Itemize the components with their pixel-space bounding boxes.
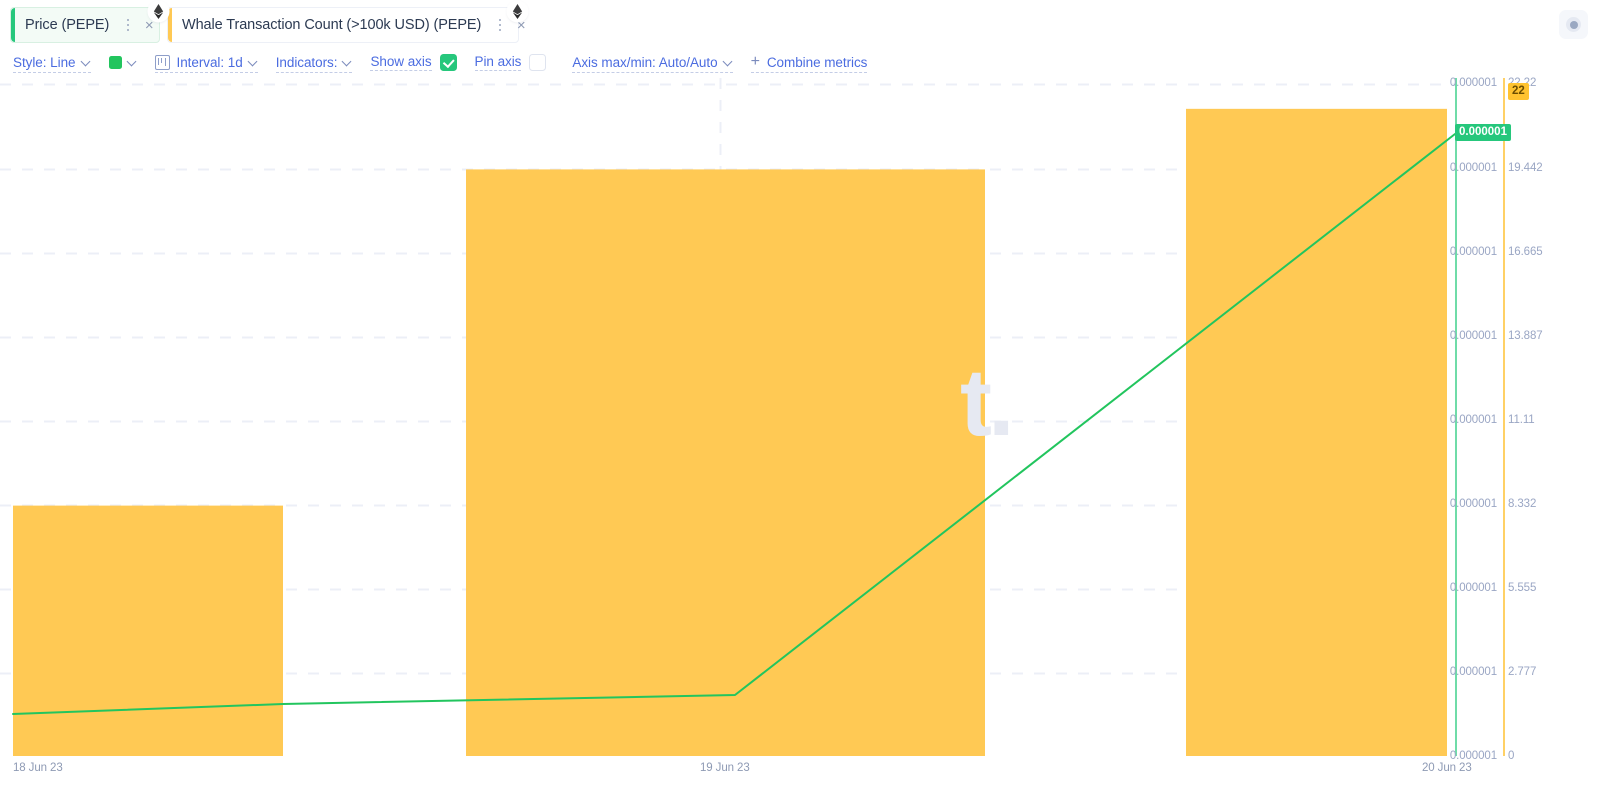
combine-metrics-label: Combine metrics xyxy=(766,54,868,70)
chart-canvas[interactable] xyxy=(0,78,1600,756)
pin-axis-toggle[interactable]: Pin axis xyxy=(474,53,547,73)
circle-dot-icon xyxy=(1566,17,1581,32)
chart-settings-toolbar: Style: Line Interval: 1d Indicators: Sho… xyxy=(0,49,1600,77)
y-axis-tick-whale: 13.887 xyxy=(1508,330,1543,342)
whale-current-value-badge: 22 xyxy=(1508,83,1529,101)
y-axis-tick-whale: 5.555 xyxy=(1508,582,1537,594)
tab-menu-icon-price[interactable] xyxy=(119,14,137,36)
price-current-value-badge: 0.000001 xyxy=(1455,124,1511,142)
chevron-down-icon xyxy=(249,58,258,67)
settings-dot-button[interactable] xyxy=(1559,10,1588,39)
color-swatch-icon xyxy=(108,56,122,69)
x-axis-tick-label: 20 Jun 23 xyxy=(1422,762,1472,774)
combine-metrics-button[interactable]: + Combine metrics xyxy=(750,53,868,73)
show-axis-label: Show axis xyxy=(370,54,432,71)
tab-menu-icon-whale[interactable] xyxy=(491,14,509,36)
pin-axis-label: Pin axis xyxy=(474,54,522,71)
show-axis-checkbox[interactable] xyxy=(439,54,457,71)
axis-maxmin-selector[interactable]: Axis max/min: Auto/Auto xyxy=(572,53,733,73)
style-selector-label: Style: Line xyxy=(13,54,76,70)
tab-price-pepe[interactable]: Price (PEPE) × xyxy=(10,7,160,43)
interval-selector[interactable]: Interval: 1d xyxy=(154,53,258,73)
interval-selector-label: Interval: 1d xyxy=(176,54,243,70)
style-selector[interactable]: Style: Line xyxy=(13,53,91,73)
x-axis-tick-label: 19 Jun 23 xyxy=(700,762,750,774)
y-axis-tick-whale: 8.332 xyxy=(1508,498,1537,510)
y-axis-tick-price: 0.000001 xyxy=(1449,77,1497,89)
ethereum-icon xyxy=(508,2,527,21)
candlestick-icon xyxy=(154,54,170,70)
y-axis-tick-price: 0.000001 xyxy=(1449,414,1497,426)
tab-accent-color-whale xyxy=(168,8,172,42)
santiment-watermark: t. xyxy=(960,349,1015,456)
tab-whale-transaction-count[interactable]: Whale Transaction Count (>100k USD) (PEP… xyxy=(167,7,526,43)
y-axis-tick-price: 0.000001 xyxy=(1449,330,1497,342)
chevron-down-icon xyxy=(128,58,137,67)
color-selector[interactable] xyxy=(108,53,137,73)
x-axis-tick-label: 18 Jun 23 xyxy=(13,762,63,774)
plus-icon: + xyxy=(750,53,760,70)
axis-maxmin-label: Axis max/min: Auto/Auto xyxy=(572,54,718,70)
y-axis-tick-price: 0.000001 xyxy=(1449,750,1497,762)
y-axis-tick-whale: 19.442 xyxy=(1508,162,1543,174)
y-axis-tick-price: 0.000001 xyxy=(1449,666,1497,678)
tab-label-price: Price (PEPE) xyxy=(25,17,110,33)
chart-plot-area xyxy=(0,78,1505,756)
chevron-down-icon xyxy=(343,58,352,67)
y-axis-tick-price: 0.000001 xyxy=(1449,162,1497,174)
y-axis-tick-price: 0.000001 xyxy=(1449,498,1497,510)
chevron-down-icon xyxy=(724,58,733,67)
show-axis-toggle[interactable]: Show axis xyxy=(370,53,457,73)
y-axis-tick-whale: 2.777 xyxy=(1508,666,1537,678)
chart-app-window: Price (PEPE) × Whale Transaction Count (… xyxy=(0,0,1600,804)
pin-axis-checkbox[interactable] xyxy=(529,54,547,71)
y-axis-tick-whale: 16.665 xyxy=(1508,246,1543,258)
tab-label-whale: Whale Transaction Count (>100k USD) (PEP… xyxy=(182,17,482,33)
tab-accent-color-price xyxy=(11,8,15,42)
y-axis-tick-whale: 11.11 xyxy=(1508,414,1535,426)
ethereum-icon xyxy=(149,2,168,21)
metric-tab-bar: Price (PEPE) × Whale Transaction Count (… xyxy=(0,0,1600,48)
chevron-down-icon xyxy=(82,58,91,67)
y-axis-tick-whale: 0 xyxy=(1508,750,1515,762)
indicators-selector[interactable]: Indicators: xyxy=(275,53,353,73)
y-axis-tick-price: 0.000001 xyxy=(1449,246,1497,258)
indicators-selector-label: Indicators: xyxy=(275,54,338,70)
y-axis-tick-price: 0.000001 xyxy=(1449,582,1497,594)
